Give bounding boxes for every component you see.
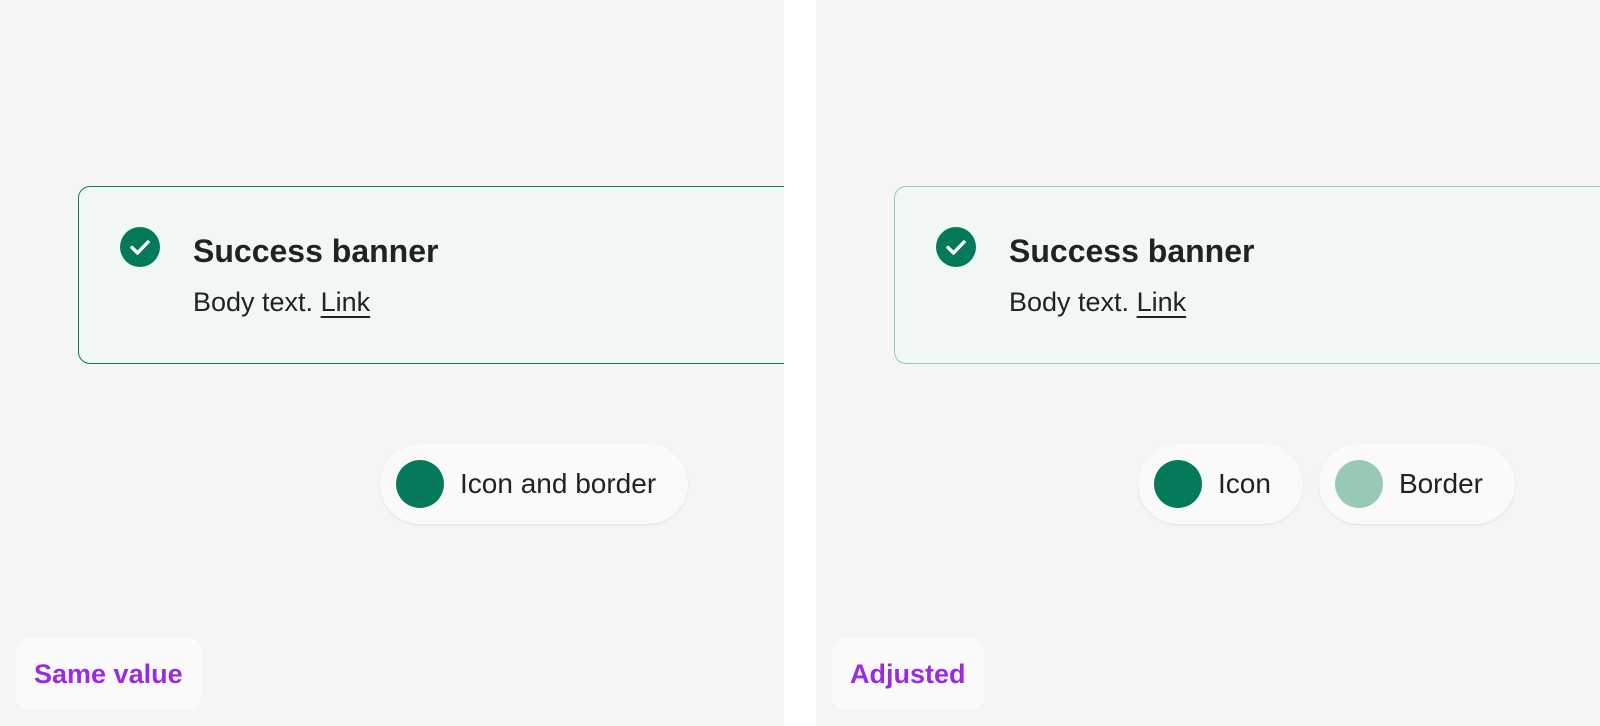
legend-label: Border bbox=[1398, 468, 1483, 499]
banner-body: Body text. Link bbox=[193, 287, 370, 318]
banner-title: Success banner bbox=[1009, 233, 1255, 269]
banner-body-text: Body text. bbox=[193, 287, 314, 317]
legend-chip-border: Border bbox=[1318, 444, 1515, 524]
legend-label: Icon and border bbox=[460, 468, 657, 499]
panel-same-value: Success banner Body text. Link Icon and … bbox=[0, 0, 784, 726]
check-circle-icon bbox=[936, 227, 976, 267]
success-banner: Success banner Body text. Link bbox=[894, 186, 1600, 364]
panel-adjusted: Success banner Body text. Link Icon Bord… bbox=[816, 0, 1600, 726]
color-swatch bbox=[396, 460, 444, 508]
banner-title: Success banner bbox=[193, 233, 439, 269]
banner-body: Body text. Link bbox=[1009, 287, 1186, 318]
success-banner: Success banner Body text. Link bbox=[78, 186, 784, 364]
check-circle-icon bbox=[120, 227, 160, 267]
legend: Icon and border bbox=[380, 444, 689, 524]
legend-chip-icon: Icon bbox=[1138, 444, 1303, 524]
legend-label: Icon bbox=[1218, 468, 1271, 499]
variant-label: Same value bbox=[16, 638, 201, 710]
color-swatch bbox=[1154, 460, 1202, 508]
variant-label: Adjusted bbox=[832, 638, 984, 710]
banner-link[interactable]: Link bbox=[321, 287, 371, 317]
legend: Icon Border bbox=[1138, 444, 1515, 524]
color-swatch bbox=[1334, 460, 1383, 508]
banner-body-text: Body text. bbox=[1009, 287, 1130, 317]
legend-chip-icon-and-border: Icon and border bbox=[380, 444, 689, 524]
banner-link[interactable]: Link bbox=[1137, 287, 1187, 317]
